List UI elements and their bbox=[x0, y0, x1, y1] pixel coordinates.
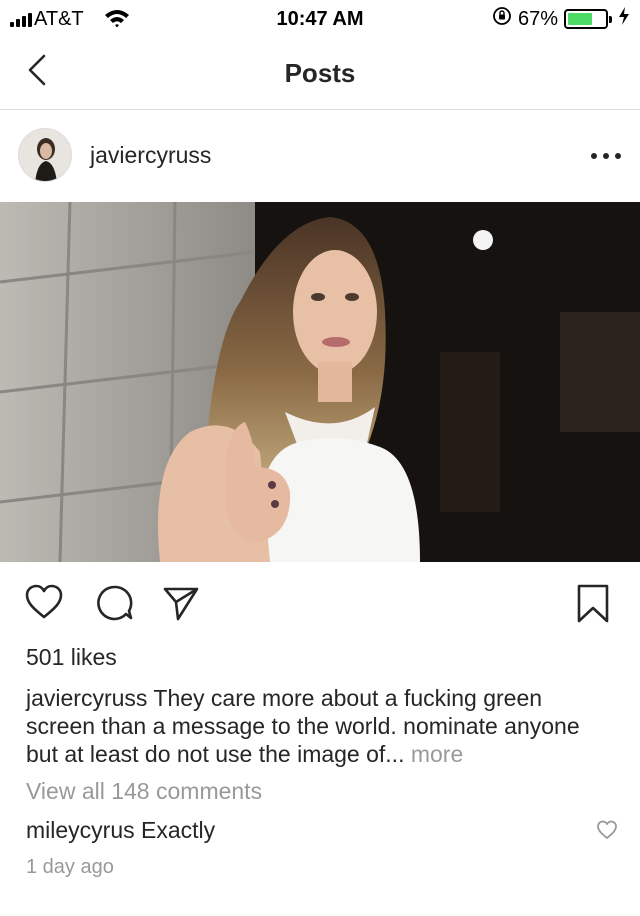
comment-icon[interactable] bbox=[96, 584, 134, 627]
battery-fill bbox=[568, 13, 593, 25]
action-bar bbox=[0, 562, 640, 640]
orientation-lock-icon bbox=[492, 6, 512, 32]
caption-more-link[interactable]: more bbox=[404, 741, 463, 767]
charging-icon bbox=[618, 6, 630, 32]
caption-username[interactable]: javiercyruss bbox=[26, 685, 147, 711]
comment-text: Exactly bbox=[134, 817, 216, 843]
comment-item: mileycyrus Exactly bbox=[26, 817, 215, 844]
post-timestamp: 1 day ago bbox=[26, 856, 114, 878]
post-header: javiercyruss bbox=[0, 110, 640, 202]
battery-icon bbox=[564, 9, 612, 29]
view-all-comments-link[interactable]: View all 148 comments bbox=[26, 778, 262, 805]
likes-count[interactable]: 501 likes bbox=[26, 644, 117, 671]
comment-username[interactable]: mileycyrus bbox=[26, 817, 135, 843]
post-caption: javiercyruss They care more about a fuck… bbox=[26, 684, 616, 768]
avatar[interactable] bbox=[18, 128, 72, 182]
heart-icon[interactable] bbox=[24, 584, 64, 625]
bookmark-icon[interactable] bbox=[576, 584, 610, 629]
nav-bar: Posts bbox=[0, 40, 640, 110]
share-icon[interactable] bbox=[162, 584, 200, 627]
page-title: Posts bbox=[284, 58, 356, 88]
comment-heart-icon[interactable] bbox=[596, 820, 618, 845]
battery-percentage: 67% bbox=[517, 7, 558, 30]
ellipsis-icon[interactable] bbox=[590, 140, 622, 168]
post-username[interactable]: javiercyruss bbox=[90, 142, 211, 169]
status-bar: AT&T 10:47 AM 67% bbox=[0, 0, 640, 40]
post-photo[interactable] bbox=[0, 202, 640, 562]
